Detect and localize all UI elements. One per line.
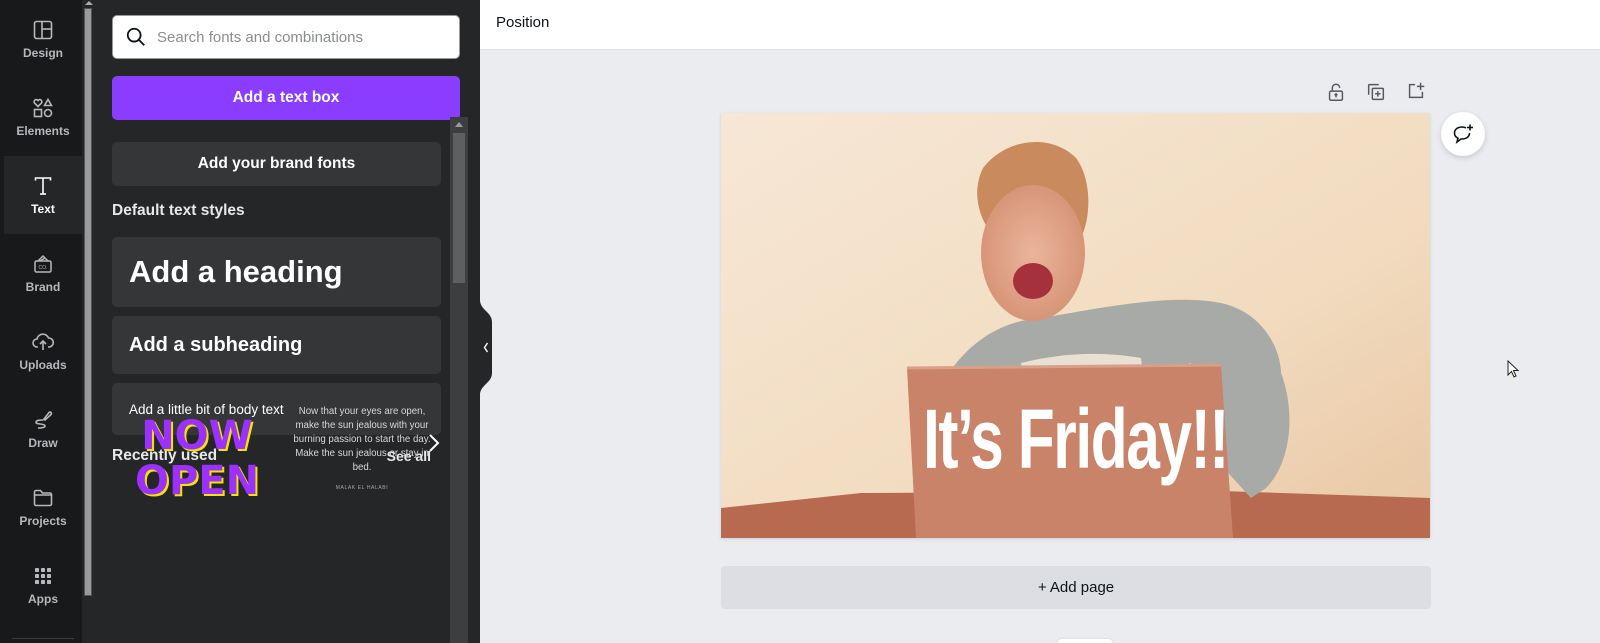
- sidebar-item-label: Draw: [28, 436, 58, 450]
- add-brand-fonts-button[interactable]: Add your brand fonts: [112, 142, 441, 186]
- svg-text:CO.: CO.: [39, 265, 48, 271]
- layout-icon: [33, 20, 53, 40]
- sidebar-item-text[interactable]: Text: [4, 156, 82, 234]
- sidebar-item-apps[interactable]: Apps: [4, 546, 82, 624]
- now-open-line2: OPEN: [135, 458, 259, 500]
- add-comment-button[interactable]: [1441, 112, 1485, 156]
- sidebar-item-design[interactable]: Design: [4, 0, 82, 78]
- canva-editor: Design Elements Text CO. Brand Uploads D…: [0, 0, 1600, 643]
- text-panel: Add a text box Add your brand fonts Defa…: [94, 0, 480, 643]
- sidebar-item-label: Design: [22, 46, 63, 60]
- quote-text: Now that your eyes are open, make the su…: [293, 406, 431, 473]
- default-text-styles-heading: Default text styles: [112, 202, 245, 219]
- sidebar-scrollbar[interactable]: [82, 0, 94, 643]
- sidebar-item-uploads[interactable]: Uploads: [4, 312, 82, 390]
- editor-toolbar: Position: [480, 0, 1600, 50]
- sidebar-item-label: Uploads: [19, 358, 67, 372]
- panel-scrollbar[interactable]: [450, 117, 468, 643]
- scrollbar-thumb[interactable]: [453, 133, 465, 283]
- font-search-input[interactable]: [157, 28, 447, 46]
- quote-combo-thumbnail[interactable]: Now that your eyes are open, make the su…: [292, 405, 432, 501]
- position-button[interactable]: Position: [496, 14, 549, 31]
- quote-author: MALAK EL HALABI: [335, 485, 389, 491]
- lock-icon[interactable]: [1325, 81, 1347, 103]
- mouse-cursor-icon: [1507, 360, 1520, 378]
- page-navigator-pill[interactable]: [1057, 639, 1113, 643]
- sidebar-item-label: Brand: [25, 280, 61, 294]
- sidebar-item-elements[interactable]: Elements: [4, 78, 82, 156]
- canvas-text-caption[interactable]: It’s Friday!!: [820, 391, 1330, 488]
- sidebar-item-projects[interactable]: Projects: [4, 468, 82, 546]
- divider: [12, 638, 74, 639]
- collapse-panel-handle[interactable]: [480, 300, 492, 395]
- chevron-right-icon[interactable]: [424, 428, 444, 458]
- add-subheading-button[interactable]: Add a subheading: [112, 316, 441, 374]
- font-search-box[interactable]: [112, 15, 460, 59]
- add-page-icon[interactable]: [1405, 80, 1427, 102]
- search-icon: [126, 27, 145, 46]
- now-open-combo-thumbnail[interactable]: NOW NOW OPEN OPEN: [130, 410, 266, 500]
- sidebar-nav: Design Elements Text CO. Brand Uploads D…: [0, 0, 82, 643]
- scroll-up-arrow-icon[interactable]: [455, 122, 463, 127]
- scrollbar-thumb[interactable]: [84, 8, 92, 596]
- sidebar-item-draw[interactable]: Draw: [4, 390, 82, 468]
- sidebar-item-label: Elements: [16, 124, 70, 138]
- sidebar-item-brand[interactable]: CO. Brand: [4, 234, 82, 312]
- sidebar-item-label: Projects: [19, 514, 67, 528]
- cloud-upload-icon: [32, 333, 55, 350]
- comment-add-icon: [1453, 124, 1473, 145]
- add-heading-button[interactable]: Add a heading: [112, 237, 441, 307]
- sidebar-item-label: Apps: [28, 592, 58, 606]
- grid-icon: [35, 568, 51, 584]
- scroll-up-arrow-icon[interactable]: [85, 1, 93, 5]
- add-text-box-button[interactable]: Add a text box: [112, 76, 460, 120]
- design-page[interactable]: It’s Friday!!: [721, 113, 1430, 538]
- duplicate-page-icon[interactable]: [1365, 81, 1387, 103]
- brand-kit-icon: CO.: [34, 254, 52, 273]
- now-open-line1: NOW: [141, 413, 253, 459]
- folder-icon: [33, 489, 53, 507]
- add-page-button[interactable]: + Add page: [721, 566, 1431, 609]
- text-icon: [34, 177, 52, 195]
- pen-icon: [35, 411, 53, 429]
- shapes-icon: [33, 97, 53, 118]
- text-panel-scroll-area: Add your brand fonts Default text styles…: [94, 120, 480, 643]
- sidebar-item-label: Text: [31, 202, 55, 216]
